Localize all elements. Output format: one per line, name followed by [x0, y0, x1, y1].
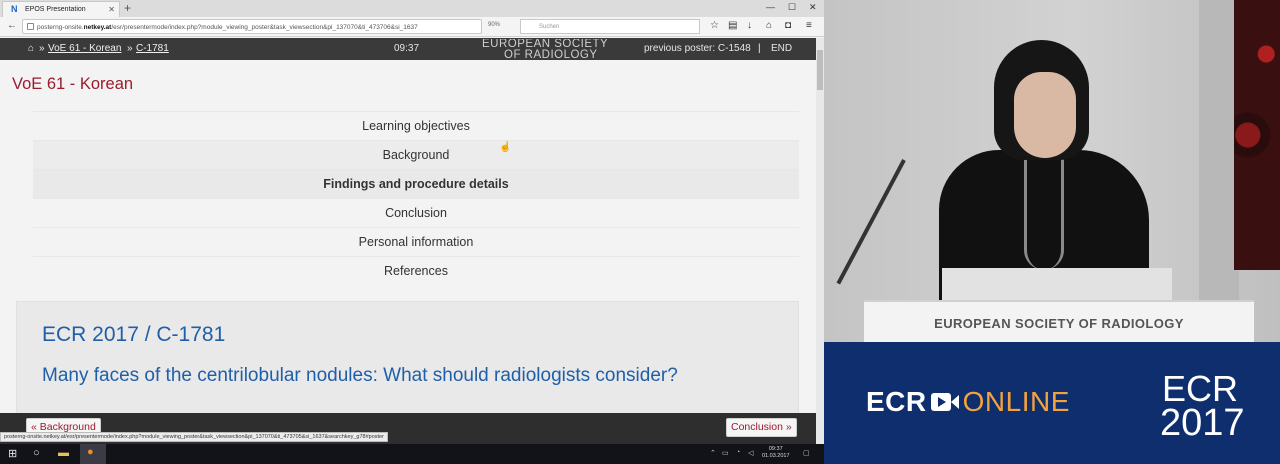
home-icon[interactable]: ⌂ — [766, 20, 772, 31]
firefox-taskbar-item[interactable]: ● — [80, 444, 106, 464]
network-icon[interactable]: ▭ — [722, 449, 729, 457]
zoom-level[interactable]: 90% — [488, 22, 500, 28]
poster-card: ECR 2017 / C-1781 Many faces of the cent… — [16, 301, 799, 413]
library-icon[interactable]: ▤ — [728, 20, 737, 31]
mouse-cursor-icon: ☝ — [499, 142, 512, 153]
url-prefix: posterng-onsite. — [37, 24, 84, 31]
taskbar-date: 01.03.2017 — [762, 453, 790, 459]
breadcrumb-separator: » — [127, 43, 133, 54]
windows-start-icon[interactable]: ⊞ — [8, 447, 17, 460]
bookmark-star-icon[interactable]: ☆ — [710, 20, 719, 31]
previous-poster-link[interactable]: previous poster: C-1548 — [644, 43, 751, 54]
speaker-lanyard — [1024, 150, 1064, 270]
lectern-sign: EUROPEAN SOCIETY OF RADIOLOGY — [934, 316, 1184, 331]
header-clock: 09:37 — [394, 43, 420, 54]
taskbar: ⊞ ○ ▬ ● ⌃ ▭ ◔ ◁ 09:37 01.03.2017 ▢ — [0, 444, 824, 464]
ecr-online-logo: ECR ONLINE — [866, 386, 1070, 418]
maximize-icon[interactable]: ☐ — [788, 2, 796, 13]
speaker-video: EUROPEAN SOCIETY OF RADIOLOGY — [824, 0, 1280, 342]
url-path: /esr/presentermode/index.php?module_view… — [111, 24, 418, 31]
menu-icon[interactable]: ≡ — [806, 20, 812, 31]
address-bar[interactable]: posterng-onsite.netkey.at/esr/presenterm… — [22, 19, 482, 34]
breadcrumb-separator: » — [39, 43, 45, 54]
file-explorer-icon[interactable]: ▬ — [58, 447, 69, 459]
url-host: netkey.at — [83, 24, 112, 31]
logo-line-2: OF RADIOLOGY — [504, 49, 598, 59]
online-word: ONLINE — [962, 386, 1070, 417]
next-section-button[interactable]: Conclusion » — [726, 418, 797, 437]
poster-content: VoE 61 - Korean Learning objectives Back… — [0, 60, 816, 413]
year-label: 2017 — [1160, 402, 1245, 444]
page-title: VoE 61 - Korean — [12, 75, 134, 93]
speaker-face — [1014, 72, 1076, 158]
taskbar-time: 09:37 — [768, 446, 783, 452]
taskbar-clock[interactable]: 09:37 01.03.2017 — [762, 446, 790, 460]
toc-personal-information[interactable]: Personal information — [33, 227, 799, 256]
site-info-icon[interactable] — [27, 23, 34, 30]
status-url: posterng-onsite.netkey.at/esr/presenterm… — [0, 432, 388, 442]
flower-decoration — [1234, 0, 1280, 270]
poster-title: Many faces of the centrilobular nodules:… — [42, 365, 678, 386]
tab-title: EPOS Presentation — [25, 6, 86, 13]
ecr-year-label: ECR — [1161, 368, 1238, 409]
toc-references[interactable]: References — [33, 256, 799, 285]
lectern: EUROPEAN SOCIETY OF RADIOLOGY — [864, 300, 1254, 342]
breadcrumb-session[interactable]: VoE 61 - Korean — [48, 43, 121, 54]
wifi-icon[interactable]: ◔ — [736, 449, 740, 456]
header-divider: | — [758, 43, 761, 54]
epos-header: ⌂ » VoE 61 - Korean » C-1781 09:37 EUROP… — [0, 38, 816, 60]
nav-bar: ← posterng-onsite.netkey.at/esr/presente… — [0, 17, 824, 37]
breadcrumb-poster[interactable]: C-1781 — [136, 43, 169, 54]
toc-learning-objectives[interactable]: Learning objectives — [33, 111, 799, 140]
wall-edge — [1199, 0, 1239, 342]
play-camera-icon — [930, 393, 959, 411]
tray-chevron-icon[interactable]: ⌃ — [710, 449, 716, 457]
vertical-scrollbar[interactable] — [816, 38, 824, 444]
esr-logo: EUROPEAN SOCIETY OF RADIOLOGY — [482, 39, 637, 59]
tab-bar: N EPOS Presentation ✕ + — ☐ ✕ — [0, 0, 824, 17]
firefox-icon: ● — [87, 446, 94, 458]
new-tab-icon[interactable]: + — [124, 1, 131, 15]
search-icon[interactable]: ○ — [33, 447, 40, 459]
table-of-contents: Learning objectives Background Findings … — [33, 111, 799, 285]
notifications-icon[interactable]: ▢ — [803, 449, 810, 457]
browser-tab[interactable]: N EPOS Presentation ✕ — [2, 1, 120, 17]
back-arrow-icon[interactable]: ← — [7, 20, 17, 31]
home-icon[interactable]: ⌂ — [28, 43, 34, 54]
toc-background[interactable]: Background — [33, 140, 799, 169]
ecr-banner: ECR ONLINE ECR 2017 — [824, 342, 1280, 464]
lectern-top — [942, 268, 1172, 304]
scrollbar-thumb[interactable] — [817, 50, 823, 90]
search-input[interactable]: Suchen — [520, 19, 700, 34]
window-close-icon[interactable]: ✕ — [809, 2, 817, 13]
ecr-word: ECR — [866, 386, 927, 417]
minimize-icon[interactable]: — — [766, 2, 775, 12]
volume-icon[interactable]: ◁ — [748, 449, 753, 457]
toc-findings[interactable]: Findings and procedure details — [33, 169, 799, 198]
toc-conclusion[interactable]: Conclusion — [33, 198, 799, 227]
ecr-2017-logo: ECR 2017 — [1160, 368, 1245, 444]
close-tab-icon[interactable]: ✕ — [108, 5, 115, 14]
poster-code: ECR 2017 / C-1781 — [42, 323, 226, 346]
pocket-icon[interactable]: ◘ — [785, 20, 791, 31]
browser-window: N EPOS Presentation ✕ + — ☐ ✕ ← posterng… — [0, 0, 824, 444]
download-icon[interactable]: ↓ — [747, 20, 752, 31]
epos-favicon-icon: N — [11, 4, 18, 14]
end-button[interactable]: END — [771, 43, 792, 54]
